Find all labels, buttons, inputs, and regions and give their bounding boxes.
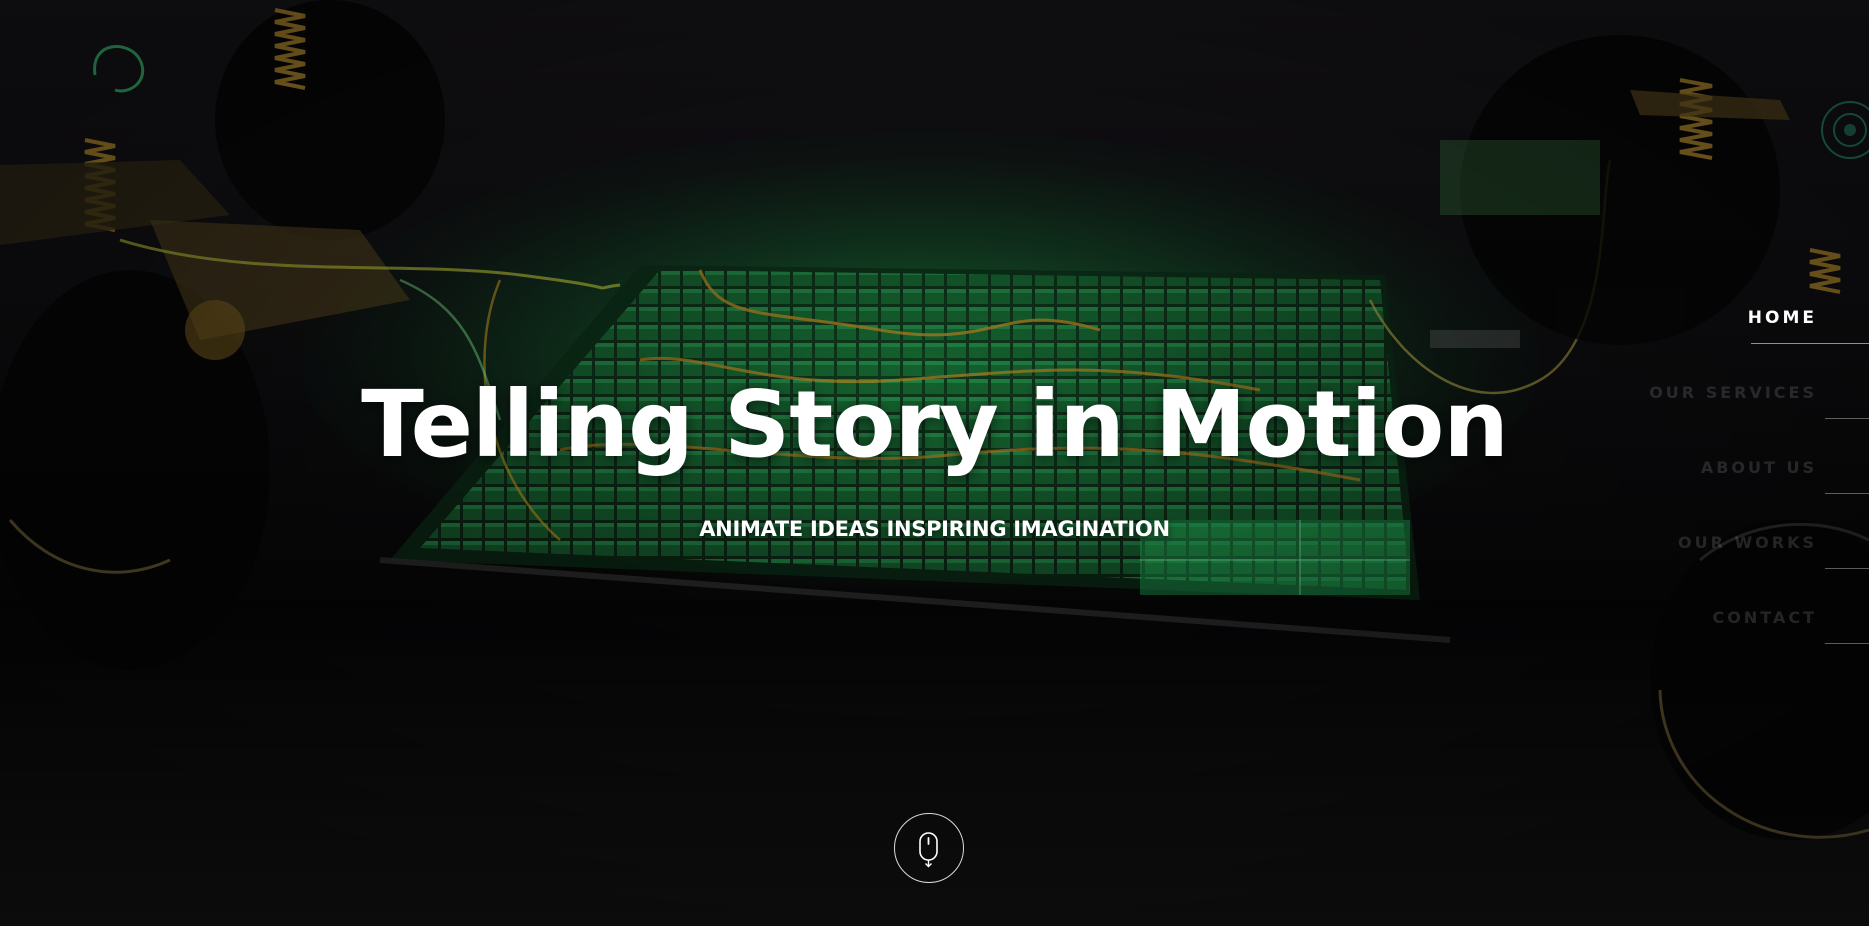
hero-subtitle: ANIMATE IDEAS INSPIRING IMAGINATION	[699, 517, 1170, 541]
nav-item-label: ABOUT US	[1700, 458, 1817, 477]
nav-item-label: OUR SERVICES	[1649, 383, 1817, 402]
nav-item-label: OUR WORKS	[1678, 533, 1817, 552]
nav-item-indicator	[1825, 568, 1869, 569]
nav-item-label: HOME	[1747, 308, 1817, 328]
mouse-scroll-icon	[919, 832, 938, 868]
nav-item-about-us[interactable]: ABOUT US	[1629, 450, 1869, 525]
nav-item-indicator	[1825, 418, 1869, 419]
nav-item-indicator	[1751, 343, 1869, 344]
nav-item-label: CONTACT	[1712, 608, 1817, 627]
nav-item-home[interactable]: HOME	[1629, 300, 1869, 375]
nav-item-our-services[interactable]: OUR SERVICES	[1629, 375, 1869, 450]
hero-title: Telling Story in Motion	[361, 371, 1509, 478]
nav-item-indicator	[1825, 493, 1869, 494]
scroll-down-button[interactable]	[894, 813, 964, 883]
nav-item-contact[interactable]: CONTACT	[1629, 600, 1869, 675]
nav-item-our-works[interactable]: OUR WORKS	[1629, 525, 1869, 600]
nav-item-indicator	[1825, 643, 1869, 644]
hero-section: Telling Story in Motion ANIMATE IDEAS IN…	[0, 0, 1869, 926]
side-navigation: HOME OUR SERVICES ABOUT US OUR WORKS CON…	[1629, 300, 1869, 675]
